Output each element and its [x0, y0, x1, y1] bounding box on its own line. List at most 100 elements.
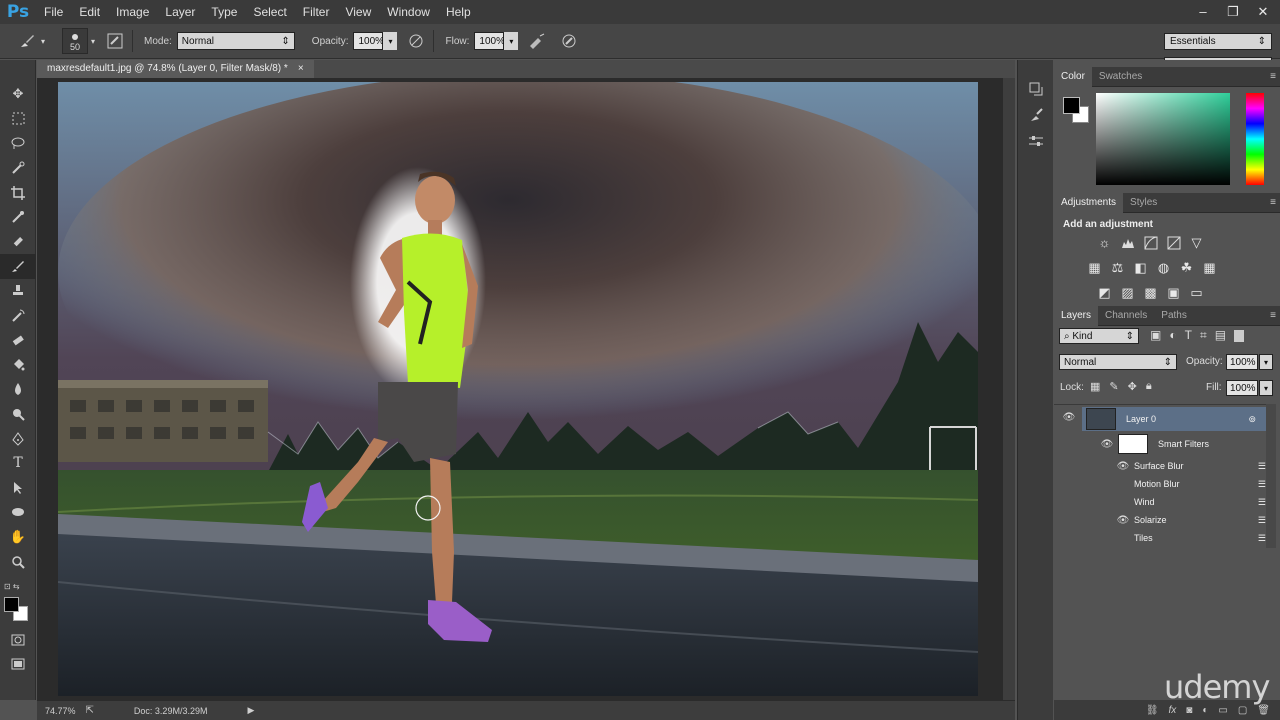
- color-balance-icon[interactable]: ⚖: [1109, 259, 1126, 276]
- menu-image[interactable]: Image: [108, 0, 157, 24]
- selective-color-icon[interactable]: ▣: [1165, 284, 1182, 301]
- filter-visibility-eye-icon[interactable]: 👁︎: [1116, 461, 1130, 472]
- workspace-switcher[interactable]: Essentials ⇕: [1164, 33, 1272, 50]
- tab-swatches[interactable]: Swatches: [1092, 67, 1149, 87]
- panel-menu-icon[interactable]: ≡: [1270, 67, 1276, 87]
- airbrush-icon[interactable]: [526, 30, 548, 52]
- hue-slider[interactable]: [1246, 93, 1264, 185]
- menu-help[interactable]: Help: [438, 0, 479, 24]
- channel-mixer-icon[interactable]: ☘: [1178, 259, 1195, 276]
- brush-tool-icon[interactable]: [16, 30, 38, 52]
- opacity-input[interactable]: 100%: [353, 32, 384, 50]
- tool-preset-dropdown-icon[interactable]: ▾: [38, 30, 48, 52]
- flow-input[interactable]: 100%: [474, 32, 505, 50]
- menu-filter[interactable]: Filter: [295, 0, 338, 24]
- brush-dropdown-icon[interactable]: ▾: [88, 30, 98, 52]
- move-tool-icon[interactable]: ✥: [0, 82, 36, 107]
- history-brush-tool-icon[interactable]: [0, 303, 36, 328]
- pressure-opacity-icon[interactable]: [405, 30, 427, 52]
- smart-filter-item[interactable]: Wind ☰: [1058, 493, 1266, 511]
- layer-opacity-dropdown-icon[interactable]: ▾: [1259, 354, 1273, 370]
- layer-opacity-input[interactable]: 100%: [1226, 354, 1258, 370]
- restore-button[interactable]: ❐: [1222, 3, 1244, 21]
- layer-row[interactable]: Layer 0 ⊚: [1082, 407, 1266, 431]
- layer-list-scrollbar[interactable]: [1266, 404, 1276, 548]
- tab-channels[interactable]: Channels: [1098, 306, 1154, 326]
- blending-options-icon[interactable]: ☰: [1258, 479, 1266, 490]
- new-group-icon[interactable]: ▭: [1218, 705, 1227, 716]
- menu-view[interactable]: View: [337, 0, 379, 24]
- lock-image-pixels-icon[interactable]: ✎: [1109, 380, 1118, 393]
- lock-all-icon[interactable]: 🔒︎: [1146, 380, 1152, 393]
- paint-bucket-tool-icon[interactable]: [0, 353, 36, 378]
- menu-type[interactable]: Type: [203, 0, 245, 24]
- path-selection-tool-icon[interactable]: [0, 476, 36, 501]
- blending-options-icon[interactable]: ☰: [1258, 461, 1266, 472]
- lasso-tool-icon[interactable]: [0, 131, 36, 156]
- smart-filters-row[interactable]: 👁︎ Smart Filters: [1058, 433, 1266, 455]
- smart-filter-item[interactable]: Tiles ☰: [1058, 529, 1266, 547]
- history-panel-icon[interactable]: [1018, 76, 1054, 102]
- crop-tool-icon[interactable]: [0, 180, 36, 205]
- pixel-layer-filter-icon[interactable]: ▣: [1150, 328, 1161, 343]
- eyedropper-tool-icon[interactable]: [0, 205, 36, 230]
- opacity-dropdown-icon[interactable]: ▾: [383, 32, 398, 50]
- document-canvas[interactable]: [58, 82, 978, 696]
- vibrance-icon[interactable]: ▽: [1188, 234, 1205, 251]
- brush-preset-picker[interactable]: 50: [62, 28, 88, 54]
- screen-mode-icon[interactable]: [0, 652, 36, 677]
- new-layer-icon[interactable]: ▢: [1238, 705, 1247, 716]
- mode-select[interactable]: Normal ⇕: [176, 32, 295, 50]
- brush-tool-icon[interactable]: [0, 254, 36, 279]
- healing-brush-tool-icon[interactable]: [0, 230, 36, 255]
- minimize-button[interactable]: –: [1192, 3, 1214, 21]
- blur-tool-icon[interactable]: [0, 377, 36, 402]
- threshold-icon[interactable]: ▩: [1142, 284, 1159, 301]
- delete-layer-icon[interactable]: 🗑︎: [1257, 705, 1270, 716]
- type-layer-filter-icon[interactable]: T: [1185, 328, 1192, 343]
- blending-options-icon[interactable]: ☰: [1258, 515, 1266, 526]
- filter-toggle-icon[interactable]: [1234, 330, 1245, 342]
- ellipse-tool-icon[interactable]: [0, 500, 36, 525]
- filter-visibility-eye-icon[interactable]: 👁︎: [1116, 515, 1130, 526]
- brush-presets-icon[interactable]: [1018, 102, 1054, 128]
- adjustment-layer-filter-icon[interactable]: ◐: [1169, 328, 1176, 343]
- type-tool-icon[interactable]: T: [0, 451, 36, 476]
- foreground-color-swatch[interactable]: [1063, 97, 1080, 114]
- pressure-size-icon[interactable]: [558, 30, 580, 52]
- menu-edit[interactable]: Edit: [71, 0, 108, 24]
- lock-transparent-pixels-icon[interactable]: ▦: [1090, 380, 1100, 393]
- dodge-tool-icon[interactable]: [0, 402, 36, 427]
- pen-tool-icon[interactable]: [0, 426, 36, 451]
- status-menu-arrow-icon[interactable]: ▶: [247, 705, 254, 716]
- smart-filter-item[interactable]: 👁︎ Surface Blur ☰: [1058, 457, 1266, 475]
- canvas-area[interactable]: [37, 78, 1015, 700]
- smart-filters-eye-icon[interactable]: 👁︎: [1100, 439, 1114, 450]
- close-document-button[interactable]: ×: [298, 60, 304, 78]
- document-tab[interactable]: maxresdefault1.jpg @ 74.8% (Layer 0, Fil…: [37, 60, 314, 78]
- panel-menu-icon[interactable]: ≡: [1270, 193, 1276, 213]
- zoom-level[interactable]: 74.77%: [45, 706, 76, 716]
- smart-filter-item[interactable]: 👁︎ Solarize ☰: [1058, 511, 1266, 529]
- quick-mask-icon[interactable]: [0, 628, 36, 653]
- blending-options-icon[interactable]: ☰: [1258, 497, 1266, 508]
- smart-filter-item[interactable]: Motion Blur ☰: [1058, 475, 1266, 493]
- menu-window[interactable]: Window: [379, 0, 438, 24]
- levels-icon[interactable]: [1119, 234, 1136, 251]
- add-mask-icon[interactable]: ◙: [1186, 705, 1192, 716]
- marquee-tool-icon[interactable]: [0, 107, 36, 132]
- tab-styles[interactable]: Styles: [1123, 193, 1164, 213]
- shape-layer-filter-icon[interactable]: ⌗: [1200, 328, 1207, 343]
- hue-saturation-icon[interactable]: ▦: [1086, 259, 1103, 276]
- brush-panel-toggle-icon[interactable]: [104, 30, 126, 52]
- color-lookup-icon[interactable]: ▦: [1201, 259, 1218, 276]
- smart-object-filter-icon[interactable]: ▤: [1215, 328, 1226, 343]
- blend-mode-select[interactable]: Normal ⇕: [1059, 354, 1177, 370]
- layer-filter-select[interactable]: ⌕ Kind ⇕: [1059, 328, 1139, 344]
- fill-input[interactable]: 100%: [1226, 380, 1258, 396]
- curves-icon[interactable]: [1142, 234, 1159, 251]
- menu-file[interactable]: File: [36, 0, 71, 24]
- black-white-icon[interactable]: ◧: [1132, 259, 1149, 276]
- eraser-tool-icon[interactable]: [0, 328, 36, 353]
- zoom-tool-icon[interactable]: [0, 549, 36, 574]
